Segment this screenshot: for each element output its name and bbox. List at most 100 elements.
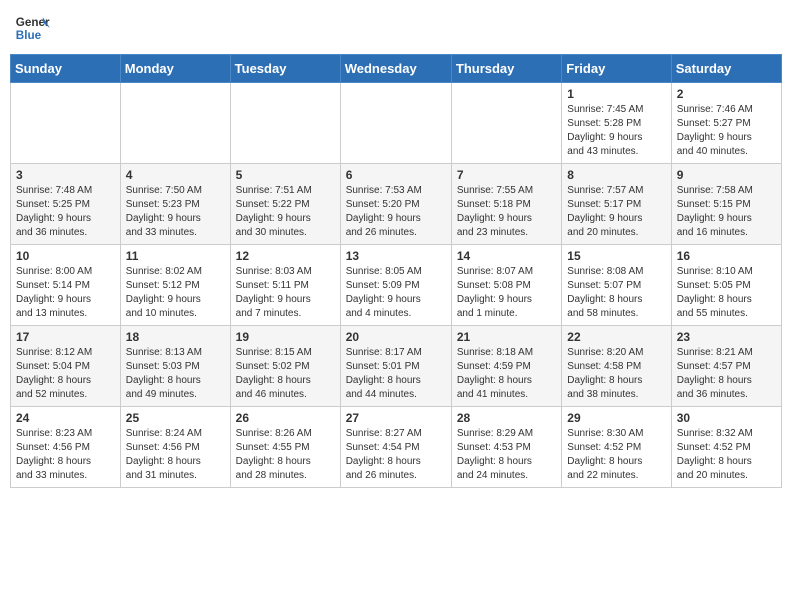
day-info: Sunrise: 8:29 AMSunset: 4:53 PMDaylight:… <box>457 427 556 483</box>
calendar-cell: 30 Sunrise: 8:32 AMSunset: 4:52 PMDayligh… <box>671 407 781 488</box>
day-info: Sunrise: 8:32 AMSunset: 4:52 PMDaylight:… <box>677 427 776 483</box>
day-info: Sunrise: 8:08 AMSunset: 5:07 PMDaylight:… <box>567 265 665 321</box>
day-info: Sunrise: 8:00 AMSunset: 5:14 PMDaylight:… <box>16 265 115 321</box>
calendar-cell: 16 Sunrise: 8:10 AMSunset: 5:05 PMDayligh… <box>671 245 781 326</box>
calendar-week-row: 10 Sunrise: 8:00 AMSunset: 5:14 PMDayligh… <box>11 245 782 326</box>
day-number: 21 <box>457 330 556 344</box>
calendar-cell: 25 Sunrise: 8:24 AMSunset: 4:56 PMDayligh… <box>120 407 230 488</box>
column-header-saturday: Saturday <box>671 55 781 83</box>
day-number: 29 <box>567 411 665 425</box>
calendar-cell: 27Sunrise: 8:27 AMSunset: 4:54 PMDayligh… <box>340 407 451 488</box>
day-number: 26 <box>236 411 335 425</box>
day-info: Sunrise: 7:51 AMSunset: 5:22 PMDaylight:… <box>236 184 335 240</box>
calendar-week-row: 3Sunrise: 7:48 AMSunset: 5:25 PMDaylight… <box>11 164 782 245</box>
day-info: Sunrise: 7:45 AMSunset: 5:28 PMDaylight:… <box>567 103 665 159</box>
calendar-cell <box>11 83 121 164</box>
day-number: 2 <box>677 87 776 101</box>
column-header-thursday: Thursday <box>451 55 561 83</box>
calendar-cell: 6 Sunrise: 7:53 AMSunset: 5:20 PMDaylight… <box>340 164 451 245</box>
calendar-table: SundayMondayTuesdayWednesdayThursdayFrid… <box>10 54 782 488</box>
day-info: Sunrise: 8:30 AMSunset: 4:52 PMDaylight:… <box>567 427 665 483</box>
day-info: Sunrise: 7:58 AMSunset: 5:15 PMDaylight:… <box>677 184 776 240</box>
calendar-week-row: 1 Sunrise: 7:45 AMSunset: 5:28 PMDaylight… <box>11 83 782 164</box>
day-number: 18 <box>126 330 225 344</box>
day-number: 20 <box>346 330 446 344</box>
calendar-cell: 21 Sunrise: 8:18 AMSunset: 4:59 PMDayligh… <box>451 326 561 407</box>
day-number: 5 <box>236 168 335 182</box>
day-number: 28 <box>457 411 556 425</box>
day-info: Sunrise: 7:46 AMSunset: 5:27 PMDaylight:… <box>677 103 776 159</box>
day-info: Sunrise: 8:12 AMSunset: 5:04 PMDaylight:… <box>16 346 115 402</box>
calendar-cell: 28 Sunrise: 8:29 AMSunset: 4:53 PMDayligh… <box>451 407 561 488</box>
day-info: Sunrise: 8:20 AMSunset: 4:58 PMDaylight:… <box>567 346 665 402</box>
calendar-cell: 18 Sunrise: 8:13 AMSunset: 5:03 PMDayligh… <box>120 326 230 407</box>
day-number: 4 <box>126 168 225 182</box>
calendar-cell: 15 Sunrise: 8:08 AMSunset: 5:07 PMDayligh… <box>562 245 671 326</box>
day-info: Sunrise: 8:02 AMSunset: 5:12 PMDaylight:… <box>126 265 225 321</box>
day-info: Sunrise: 8:15 AMSunset: 5:02 PMDaylight:… <box>236 346 335 402</box>
logo: General Blue <box>14 10 50 46</box>
day-info: Sunrise: 8:13 AMSunset: 5:03 PMDaylight:… <box>126 346 225 402</box>
column-header-monday: Monday <box>120 55 230 83</box>
calendar-cell: 26Sunrise: 8:26 AMSunset: 4:55 PMDayligh… <box>230 407 340 488</box>
calendar-cell <box>120 83 230 164</box>
calendar-cell: 5 Sunrise: 7:51 AMSunset: 5:22 PMDaylight… <box>230 164 340 245</box>
page-header: General Blue <box>10 10 782 46</box>
calendar-cell: 17Sunrise: 8:12 AMSunset: 5:04 PMDayligh… <box>11 326 121 407</box>
day-info: Sunrise: 8:03 AMSunset: 5:11 PMDaylight:… <box>236 265 335 321</box>
calendar-cell: 29 Sunrise: 8:30 AMSunset: 4:52 PMDayligh… <box>562 407 671 488</box>
day-number: 30 <box>677 411 776 425</box>
day-number: 15 <box>567 249 665 263</box>
calendar-week-row: 17Sunrise: 8:12 AMSunset: 5:04 PMDayligh… <box>11 326 782 407</box>
column-header-sunday: Sunday <box>11 55 121 83</box>
day-number: 10 <box>16 249 115 263</box>
column-header-wednesday: Wednesday <box>340 55 451 83</box>
day-number: 3 <box>16 168 115 182</box>
svg-text:Blue: Blue <box>16 29 42 42</box>
calendar-cell <box>451 83 561 164</box>
day-number: 9 <box>677 168 776 182</box>
calendar-cell: 19Sunrise: 8:15 AMSunset: 5:02 PMDayligh… <box>230 326 340 407</box>
calendar-week-row: 24 Sunrise: 8:23 AMSunset: 4:56 PMDayligh… <box>11 407 782 488</box>
day-info: Sunrise: 7:57 AMSunset: 5:17 PMDaylight:… <box>567 184 665 240</box>
calendar-cell: 1 Sunrise: 7:45 AMSunset: 5:28 PMDaylight… <box>562 83 671 164</box>
day-info: Sunrise: 8:10 AMSunset: 5:05 PMDaylight:… <box>677 265 776 321</box>
day-info: Sunrise: 7:50 AMSunset: 5:23 PMDaylight:… <box>126 184 225 240</box>
calendar-cell: 22 Sunrise: 8:20 AMSunset: 4:58 PMDayligh… <box>562 326 671 407</box>
day-info: Sunrise: 8:21 AMSunset: 4:57 PMDaylight:… <box>677 346 776 402</box>
day-info: Sunrise: 7:55 AMSunset: 5:18 PMDaylight:… <box>457 184 556 240</box>
logo-icon: General Blue <box>14 10 50 46</box>
calendar-cell: 23Sunrise: 8:21 AMSunset: 4:57 PMDayligh… <box>671 326 781 407</box>
calendar-header-row: SundayMondayTuesdayWednesdayThursdayFrid… <box>11 55 782 83</box>
calendar-cell: 2 Sunrise: 7:46 AMSunset: 5:27 PMDaylight… <box>671 83 781 164</box>
day-number: 7 <box>457 168 556 182</box>
day-info: Sunrise: 7:53 AMSunset: 5:20 PMDaylight:… <box>346 184 446 240</box>
day-number: 8 <box>567 168 665 182</box>
day-number: 25 <box>126 411 225 425</box>
day-info: Sunrise: 8:27 AMSunset: 4:54 PMDaylight:… <box>346 427 446 483</box>
day-number: 22 <box>567 330 665 344</box>
calendar-cell: 8 Sunrise: 7:57 AMSunset: 5:17 PMDaylight… <box>562 164 671 245</box>
day-number: 6 <box>346 168 446 182</box>
calendar-cell: 20 Sunrise: 8:17 AMSunset: 5:01 PMDayligh… <box>340 326 451 407</box>
day-info: Sunrise: 8:17 AMSunset: 5:01 PMDaylight:… <box>346 346 446 402</box>
day-info: Sunrise: 8:18 AMSunset: 4:59 PMDaylight:… <box>457 346 556 402</box>
calendar-cell: 13Sunrise: 8:05 AMSunset: 5:09 PMDayligh… <box>340 245 451 326</box>
day-number: 14 <box>457 249 556 263</box>
column-header-tuesday: Tuesday <box>230 55 340 83</box>
calendar-cell: 14 Sunrise: 8:07 AMSunset: 5:08 PMDayligh… <box>451 245 561 326</box>
calendar-cell: 24 Sunrise: 8:23 AMSunset: 4:56 PMDayligh… <box>11 407 121 488</box>
calendar-cell: 12Sunrise: 8:03 AMSunset: 5:11 PMDayligh… <box>230 245 340 326</box>
calendar-cell: 3Sunrise: 7:48 AMSunset: 5:25 PMDaylight… <box>11 164 121 245</box>
day-number: 24 <box>16 411 115 425</box>
day-info: Sunrise: 8:23 AMSunset: 4:56 PMDaylight:… <box>16 427 115 483</box>
column-header-friday: Friday <box>562 55 671 83</box>
day-number: 1 <box>567 87 665 101</box>
day-info: Sunrise: 8:07 AMSunset: 5:08 PMDaylight:… <box>457 265 556 321</box>
calendar-cell: 4 Sunrise: 7:50 AMSunset: 5:23 PMDaylight… <box>120 164 230 245</box>
day-number: 11 <box>126 249 225 263</box>
day-info: Sunrise: 8:24 AMSunset: 4:56 PMDaylight:… <box>126 427 225 483</box>
calendar-cell <box>340 83 451 164</box>
calendar-cell: 7 Sunrise: 7:55 AMSunset: 5:18 PMDaylight… <box>451 164 561 245</box>
day-number: 16 <box>677 249 776 263</box>
